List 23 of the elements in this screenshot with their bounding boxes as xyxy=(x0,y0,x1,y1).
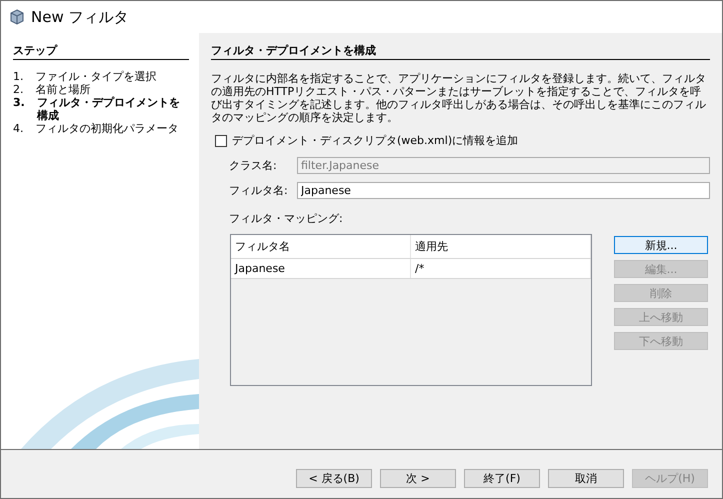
footer-button[interactable]: 取消 xyxy=(548,468,624,488)
app-cube-icon xyxy=(9,9,25,25)
mapping-button[interactable]: 新規... xyxy=(614,236,708,254)
deployment-checkbox[interactable] xyxy=(215,134,227,146)
step-item: 1. ファイル・タイプを選択 xyxy=(13,70,158,83)
steps-heading: ステップ xyxy=(13,43,189,60)
footer-button[interactable]: 終了(F) xyxy=(464,468,540,488)
step-item: 4. フィルタの初期化パラメータ xyxy=(13,122,180,135)
field-label: フィルタ名: xyxy=(229,183,289,198)
window-title: New フィルタ xyxy=(31,8,128,26)
description-text: フィルタに内部名を指定することで、アプリケーションにフィルタを登録します。続いて、フィルタの適用先のHTTPリクエスト・パス・パターンまたはサーブレットを指定することで、フィルタを呼び出すタイミングを記述します。他のフィルタ呼出しがある場合は、その呼出しを基準にこのフィルタのマッピングの順序を決定します。 xyxy=(211,72,707,124)
footer-button[interactable]: < 戻る(B) xyxy=(296,468,372,488)
step-item: 2. 名前と場所 xyxy=(13,83,92,96)
field-label: クラス名: xyxy=(229,158,278,173)
mapping-label: フィルタ・マッピング: xyxy=(229,211,344,226)
table-cell: Japanese xyxy=(231,259,411,278)
column-header[interactable]: フィルタ名 xyxy=(231,235,411,258)
checkbox-label: デプロイメント・ディスクリプタ(web.xml)に情報を追加 xyxy=(232,133,518,148)
panel-heading: フィルタ・デプロイメントを構成 xyxy=(211,43,710,60)
table-cell: /* xyxy=(411,259,591,278)
footer-button[interactable]: 次 > xyxy=(380,468,456,488)
step-item: 3. フィルタ・デプロイメントを構成 xyxy=(13,96,181,122)
column-header[interactable]: 適用先 xyxy=(411,235,591,258)
